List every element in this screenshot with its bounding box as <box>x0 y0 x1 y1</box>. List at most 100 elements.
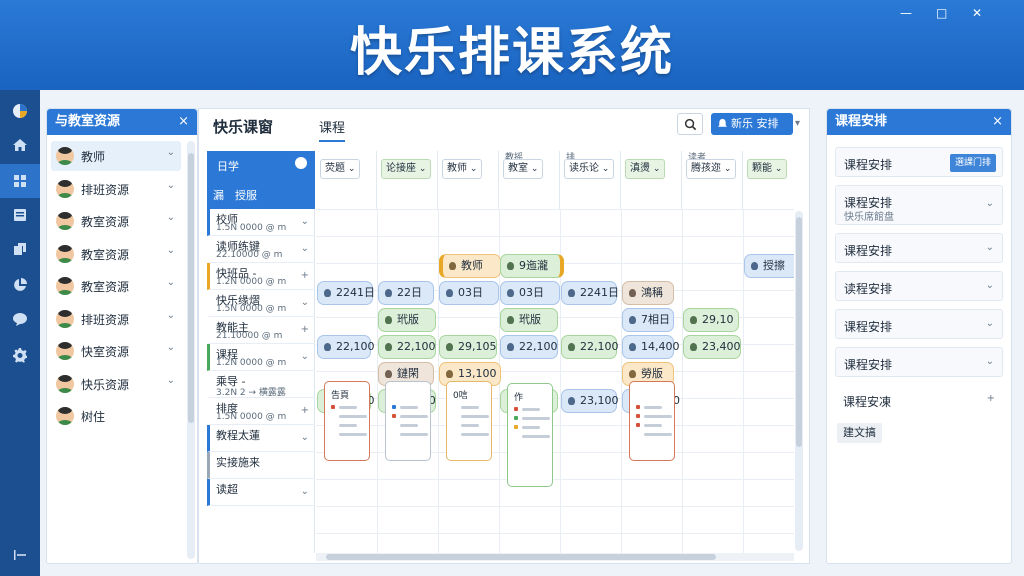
clock-icon[interactable] <box>295 157 307 169</box>
chevron-down-icon[interactable]: ⌄ <box>986 280 994 291</box>
resource-item[interactable]: 教师 ⌄ <box>51 141 181 171</box>
collapse-icon[interactable] <box>0 538 40 572</box>
schedule-event[interactable]: 14,400 <box>622 335 680 359</box>
chevron-down-icon[interactable]: ⌄ <box>167 310 175 321</box>
timetable-vscroll[interactable] <box>795 211 803 551</box>
schedule-card[interactable]: 作 <box>507 383 553 487</box>
course-row[interactable]: 读超 ⌄ <box>207 479 315 506</box>
schedule-card[interactable] <box>385 381 431 461</box>
resource-item[interactable]: 教室资源 ⌄ <box>51 271 181 301</box>
schedule-panel-close-icon[interactable]: × <box>992 109 1003 135</box>
resource-item[interactable]: 教室资源 ⌄ <box>51 206 181 236</box>
chevron-down-icon[interactable]: ⌄ <box>301 351 309 362</box>
grid-icon[interactable] <box>0 164 40 198</box>
tab-courses[interactable]: 课程 <box>319 117 346 142</box>
column-filter-chip[interactable]: 荧题 ⌄ <box>320 159 361 179</box>
column-filter-chip[interactable]: 论接座 ⌄ <box>381 159 432 179</box>
column-filter-chip[interactable]: 教师 ⌄ <box>442 159 483 179</box>
resource-item[interactable]: 快乐资源 ⌄ <box>51 369 181 399</box>
pie-chart-icon[interactable] <box>0 268 40 302</box>
resource-scrollbar[interactable] <box>187 141 195 559</box>
course-row[interactable]: 课程 1.2N 0000 @ m ⌄ <box>207 344 315 371</box>
schedule-event[interactable]: 7相日 <box>622 308 674 332</box>
chevron-down-icon[interactable]: ⌄ <box>301 432 309 443</box>
chevron-down-icon[interactable]: ⌄ <box>167 147 175 158</box>
book-icon[interactable] <box>0 198 40 232</box>
chat-icon[interactable] <box>0 302 40 336</box>
schedule-event[interactable]: 9迤瀧 <box>500 254 564 278</box>
chevron-down-icon[interactable]: ⌄ <box>167 277 175 288</box>
resource-panel-close-icon[interactable]: × <box>178 109 189 135</box>
schedule-event[interactable]: 鴻稱 <box>622 281 674 305</box>
schedule-event[interactable]: 22,100 <box>378 335 436 359</box>
schedule-card[interactable]: 告頁 <box>324 381 370 461</box>
schedule-event[interactable]: 22日 <box>378 281 434 305</box>
schedule-item-badge[interactable]: 選課门排 <box>949 154 996 172</box>
course-row[interactable]: 教能主 21.10000 @ m + <box>207 317 315 344</box>
column-filter-chip[interactable]: 读乐论 ⌄ <box>564 159 615 179</box>
schedule-item[interactable]: 课程安排 ⌄ <box>835 233 1003 263</box>
column-filter-chip[interactable]: 颗能 ⌄ <box>747 159 788 179</box>
schedule-item[interactable]: 读程安排 ⌄ <box>835 271 1003 301</box>
schedule-card[interactable]: 0唁 <box>446 381 492 461</box>
maximize-button[interactable]: □ <box>936 6 947 20</box>
resource-item[interactable]: 教室资源 ⌄ <box>51 239 181 269</box>
schedule-event[interactable]: 22,100 <box>561 335 619 359</box>
resource-item[interactable]: 排班资源 ⌄ <box>51 304 181 334</box>
course-row[interactable]: 校师 1.5N 0000 @ m ⌄ <box>207 209 315 236</box>
chevron-down-icon[interactable]: ⌄ <box>167 180 175 191</box>
column-filter-chip[interactable]: 腾孩迩 ⌄ <box>686 159 737 179</box>
schedule-event[interactable]: 29,105 <box>439 335 497 359</box>
schedule-item[interactable]: 课程安排 快乐席館盘 ⌄ <box>835 185 1003 225</box>
schedule-event[interactable]: 03日 <box>439 281 499 305</box>
schedule-item[interactable]: 课程安排 選課门排 <box>835 147 1003 177</box>
home-icon[interactable] <box>0 128 40 162</box>
gear-icon[interactable] <box>0 338 40 372</box>
schedule-card[interactable] <box>629 381 675 461</box>
column-filter-chip[interactable]: 教室 ⌄ <box>503 159 544 179</box>
close-window-button[interactable]: ✕ <box>972 6 982 20</box>
plus-icon[interactable]: + <box>301 270 309 281</box>
schedule-event[interactable]: 玳版 <box>378 308 436 332</box>
create-schedule-button[interactable]: 建文搞 <box>837 423 882 443</box>
resource-item[interactable]: 树住 <box>51 401 181 431</box>
plus-icon[interactable]: + <box>987 393 995 404</box>
chevron-down-icon[interactable]: ⌄ <box>301 243 309 254</box>
schedule-event[interactable]: 22,100 <box>500 335 558 359</box>
chevron-down-icon[interactable]: ⌄ <box>301 216 309 227</box>
minimize-button[interactable]: — <box>900 6 912 20</box>
schedule-event[interactable]: 29,10 <box>683 308 739 332</box>
column-filter-chip[interactable]: 滇燙 ⌄ <box>625 159 666 179</box>
chevron-down-icon[interactable]: ⌄ <box>167 212 175 223</box>
course-row[interactable]: 教程太蓮 ⌄ <box>207 425 315 452</box>
chevron-down-icon[interactable]: ⌄ <box>167 245 175 256</box>
schedule-event[interactable]: 玳版 <box>500 308 558 332</box>
schedule-item[interactable]: 课程安凍 + <box>835 385 1003 415</box>
schedule-event[interactable]: 03日 <box>500 281 560 305</box>
schedule-event[interactable]: 2241日 <box>317 281 375 305</box>
schedule-action-button[interactable]: 新乐 安排 <box>711 113 793 135</box>
course-row[interactable]: 读师练键 22.10000 @ m ⌄ <box>207 236 315 263</box>
chevron-down-icon[interactable]: ⌄ <box>167 375 175 386</box>
course-row[interactable]: 快班品 -1.2N 0000 @ m + <box>207 263 315 290</box>
chevron-down-icon[interactable]: ⌄ <box>301 486 309 497</box>
course-row[interactable]: 快乐缘熠 1.5N 0000 @ m ⌄ <box>207 290 315 317</box>
course-row[interactable]: 排度 1.5N 0000 @ m + <box>207 398 315 425</box>
resource-item[interactable]: 排班资源 ⌄ <box>51 174 181 204</box>
schedule-event[interactable]: 授擦 <box>744 254 794 278</box>
more-dropdown-icon[interactable]: ▾ <box>795 118 800 129</box>
plus-icon[interactable]: + <box>301 324 309 335</box>
chevron-down-icon[interactable]: ⌄ <box>986 242 994 253</box>
schedule-event[interactable]: 22,100 <box>317 335 375 359</box>
search-button[interactable] <box>677 113 703 135</box>
schedule-item[interactable]: 课程安排 ⌄ <box>835 309 1003 339</box>
layers-icon[interactable] <box>0 232 40 266</box>
plus-icon[interactable]: + <box>301 405 309 416</box>
schedule-event[interactable]: 教师 <box>439 254 501 278</box>
schedule-event[interactable]: 23,100 <box>561 389 619 413</box>
chevron-down-icon[interactable]: ⌄ <box>986 356 994 367</box>
schedule-event[interactable]: 23,400 <box>683 335 741 359</box>
resource-item[interactable]: 快室资源 ⌄ <box>51 336 181 366</box>
course-row[interactable]: 乘导 -3.2N 2 → 横露露 <box>207 371 315 398</box>
chevron-down-icon[interactable]: ⌄ <box>301 297 309 308</box>
